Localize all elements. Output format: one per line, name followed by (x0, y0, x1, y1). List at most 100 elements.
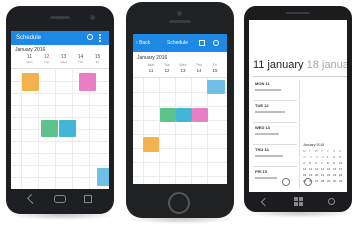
mini-day-cell[interactable]: 30 (333, 180, 336, 183)
mini-day-cell[interactable]: 8 (327, 162, 329, 165)
mini-day-cell[interactable]: 24 (339, 174, 342, 177)
day-list: MON 11 TUE 12 WED 13 THU 14 FRI 15 (253, 80, 301, 192)
menu-icon[interactable] (99, 34, 101, 42)
search-icon[interactable] (328, 198, 335, 205)
calendar-event[interactable] (97, 168, 109, 186)
list-item[interactable]: FRI 15 (253, 168, 297, 188)
list-item[interactable]: WED 13 (253, 124, 297, 145)
mini-day-cell[interactable]: 16 (333, 168, 336, 171)
day-column-header[interactable]: 15 Fri (89, 55, 106, 67)
mini-day-cell[interactable]: 23 (333, 174, 336, 177)
app-title: Schedule (167, 40, 188, 46)
calendar-icon[interactable] (199, 40, 205, 46)
windows-logo-icon[interactable] (294, 197, 303, 206)
mini-day-cell[interactable]: 2 (333, 156, 335, 159)
back-icon[interactable] (260, 197, 270, 207)
mini-weekday-label: W (315, 149, 318, 153)
speaker-grille (50, 16, 70, 19)
mini-day-cell[interactable]: 6 (315, 162, 317, 165)
settings-icon[interactable] (213, 40, 219, 46)
mini-day-cell[interactable]: 28 (321, 180, 324, 183)
iphone-screen: ‹ Back Schedule January 2016 Mon 11 Tue … (133, 34, 227, 184)
day-column-header[interactable]: 12 Tue (38, 55, 55, 67)
app-bar: Schedule (11, 31, 109, 45)
mini-day-cell[interactable]: 7 (321, 162, 323, 165)
mini-day-cell[interactable]: 1 (327, 156, 329, 159)
mini-day-cell[interactable]: 9 (333, 162, 335, 165)
home-button[interactable] (168, 192, 190, 214)
calendar-grid[interactable] (133, 77, 227, 184)
mini-day-cell[interactable]: 19 (309, 174, 312, 177)
calendar-grid[interactable] (11, 68, 109, 189)
front-camera (177, 11, 182, 16)
mini-weekday-label: F (327, 149, 329, 153)
mini-day-cell[interactable]: 18 (303, 174, 306, 177)
mini-day-cell[interactable]: 10 (339, 162, 342, 165)
mini-month-label: January 2016 (303, 143, 325, 147)
calendar-event[interactable] (143, 137, 159, 152)
calendar-event[interactable] (207, 80, 225, 94)
search-icon[interactable] (87, 34, 93, 40)
today-button[interactable] (304, 178, 312, 186)
date-primary: 11 january (253, 59, 304, 71)
day-column-header[interactable]: Tue 12 (159, 63, 175, 73)
calendar-event[interactable] (22, 73, 39, 91)
mini-day-cell[interactable]: 22 (327, 174, 330, 177)
mini-day-cell[interactable]: 28 (303, 156, 306, 159)
mini-day-cell[interactable]: 29 (309, 156, 312, 159)
day-column-header[interactable]: 11 Mon (21, 55, 38, 67)
calendar-event[interactable] (41, 120, 58, 137)
day-header: Mon 11 Tue 12 Wed 13 Thu 14 Fri 15 (143, 63, 227, 76)
app-title: Schedule (16, 35, 42, 41)
mini-day-cell[interactable]: 17 (339, 168, 342, 171)
mini-weekday-label: S (339, 149, 342, 153)
windows-screen: 11 january 18 january MON 11 TUE 12 WED … (249, 20, 347, 192)
mini-day-cell[interactable]: 29 (327, 180, 330, 183)
calendar-event[interactable] (79, 73, 96, 91)
speaker-grille (286, 12, 310, 14)
day-column-header[interactable]: 14 Thu (72, 55, 89, 67)
mini-day-cell[interactable]: 30 (315, 156, 318, 159)
calendar-event[interactable] (59, 120, 76, 137)
mini-day-cell[interactable]: 11 (303, 168, 306, 171)
mini-day-cell[interactable]: 27 (315, 180, 318, 183)
mini-day-cell[interactable]: 31 (339, 180, 342, 183)
calendar-event[interactable] (176, 108, 192, 122)
speaker-grille (169, 20, 191, 23)
calendar-app-icon[interactable] (282, 178, 290, 186)
mini-day-cell[interactable]: 14 (321, 168, 324, 171)
list-item[interactable]: THU 14 (253, 146, 297, 167)
mini-day-cell[interactable]: 12 (309, 168, 312, 171)
month-label: January 2016 (137, 55, 168, 61)
mini-day-cell[interactable]: 13 (315, 168, 318, 171)
recents-icon[interactable] (84, 195, 92, 203)
mini-weekday-label: S (333, 149, 336, 153)
android-screen: Schedule January 2016 11 Mon 12 Tue 13 W… (11, 31, 109, 189)
mini-day-cell[interactable]: 31 (321, 156, 324, 159)
day-column-header[interactable]: Thu 14 (191, 63, 207, 73)
day-column-header[interactable]: Fri 15 (207, 63, 223, 73)
list-item[interactable]: TUE 12 (253, 102, 297, 123)
day-column-header[interactable]: 13 Wed (55, 55, 72, 67)
mini-day-cell[interactable]: 15 (327, 168, 330, 171)
mini-day-cell[interactable]: 20 (315, 174, 318, 177)
date-secondary[interactable]: 18 january (307, 59, 347, 71)
home-icon[interactable] (54, 195, 66, 203)
day-column-header[interactable]: Wed 13 (175, 63, 191, 73)
right-panel-divider (299, 80, 300, 188)
mini-day-cell[interactable]: 5 (309, 162, 311, 165)
mini-day-cell[interactable]: 3 (339, 156, 341, 159)
day-column-header[interactable]: Mon 11 (143, 63, 159, 73)
month-label: January 2016 (15, 47, 46, 53)
mini-day-cell[interactable]: 4 (303, 162, 305, 165)
back-icon[interactable] (27, 194, 37, 204)
list-divider (253, 76, 347, 77)
mini-day-cell[interactable]: 21 (321, 174, 324, 177)
back-button[interactable]: ‹ Back (136, 41, 150, 46)
list-item[interactable]: MON 11 (253, 80, 297, 101)
mini-weekday-label: T (309, 149, 311, 153)
front-camera (90, 15, 95, 20)
windows-phone: 11 january 18 january MON 11 TUE 12 WED … (244, 6, 352, 212)
calendar-event[interactable] (160, 108, 176, 122)
calendar-event[interactable] (192, 108, 208, 122)
